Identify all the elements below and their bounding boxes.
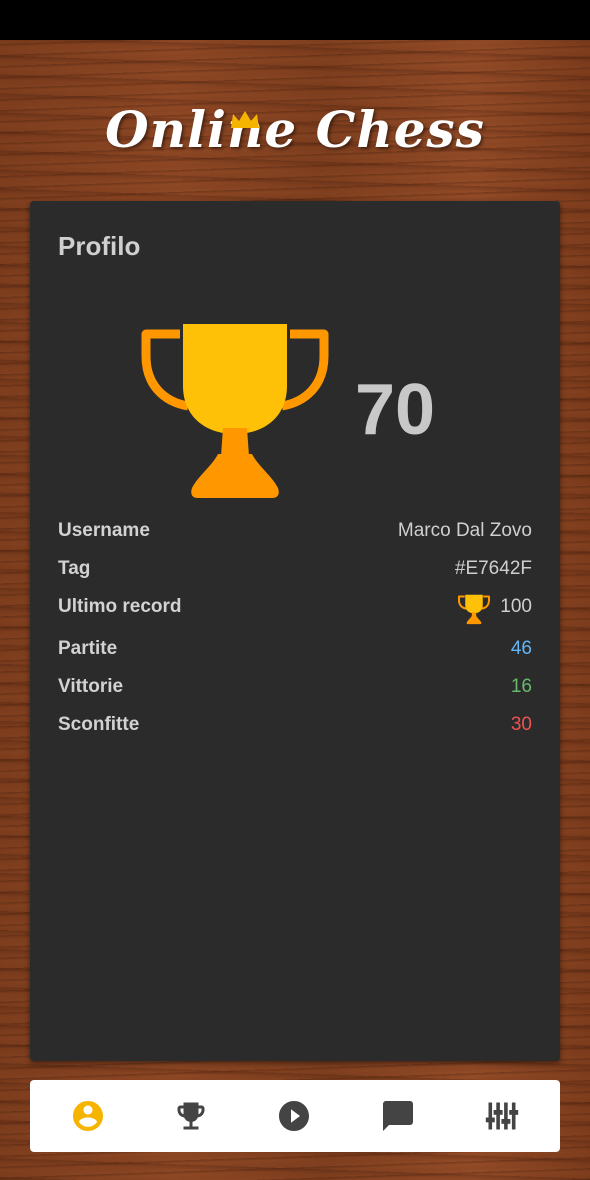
nav-profile-button[interactable]: [70, 1098, 106, 1134]
row-label: Vittorie: [58, 676, 124, 697]
trophy-icon: [141, 324, 329, 498]
crown-icon: [231, 111, 259, 128]
sliders-icon: [485, 1102, 519, 1130]
profile-row-games: Partite 46: [58, 635, 532, 665]
row-value: 30: [510, 714, 532, 735]
nav-chat-button[interactable]: [380, 1098, 416, 1134]
nav-settings-button[interactable]: [484, 1098, 520, 1134]
trophy-count: 70: [355, 370, 436, 450]
profile-row-wins: Vittorie 16: [58, 673, 532, 703]
bottom-navigation: [30, 1080, 560, 1152]
profile-row-record: Ultimo record 100: [58, 593, 532, 625]
profile-row-tag: Tag #E7642F: [58, 555, 532, 585]
row-value: #E7642F: [454, 558, 532, 579]
row-value: Marco Dal Zovo: [397, 520, 532, 541]
page-title: Profilo: [58, 231, 141, 261]
status-bar: [0, 0, 590, 40]
row-label: Sconfitte: [58, 714, 140, 735]
row-value: 16: [510, 676, 532, 697]
row-value: 100: [500, 596, 532, 617]
app-title: Online Chess: [105, 100, 485, 159]
row-label: Partite: [58, 638, 118, 659]
row-label: Tag: [58, 558, 91, 579]
nav-ranking-button[interactable]: [173, 1098, 209, 1134]
row-value: 46: [510, 638, 532, 659]
profile-row-losses: Sconfitte 30: [58, 711, 532, 741]
nav-play-button[interactable]: [276, 1098, 312, 1134]
profile-card: Profilo 70 Username Marco Dal Zovo Tag #…: [30, 201, 560, 1061]
profile-row-username: Username Marco Dal Zovo: [58, 517, 532, 547]
account-circle-icon: [73, 1101, 103, 1131]
trophy-icon: [177, 1102, 205, 1130]
trophy-icon: [458, 594, 490, 625]
chat-icon: [383, 1101, 413, 1131]
row-label: Ultimo record: [58, 596, 182, 617]
play-circle-icon: [279, 1101, 309, 1131]
row-label: Username: [58, 520, 150, 541]
